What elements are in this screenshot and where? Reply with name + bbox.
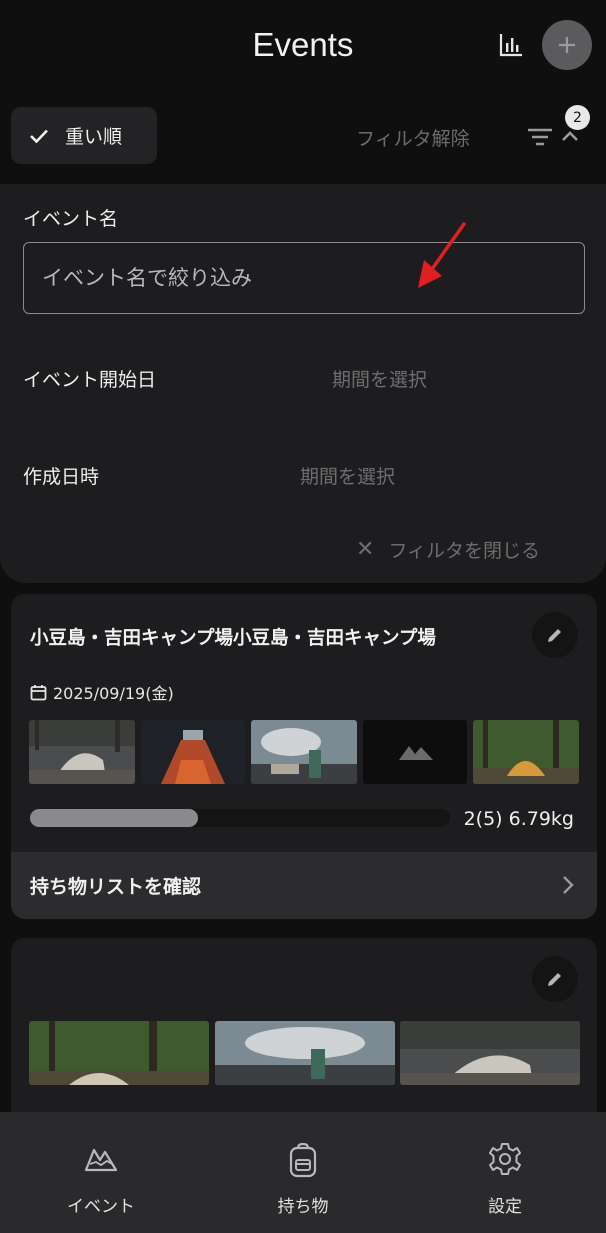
plus-icon: [559, 37, 575, 53]
backpack-icon: [289, 1142, 317, 1178]
photo-thumbnail[interactable]: [29, 720, 135, 784]
photo-thumbnail[interactable]: [29, 1021, 209, 1085]
created-date-range-picker[interactable]: 期間を選択: [300, 462, 395, 489]
edit-event-button[interactable]: [532, 956, 578, 1002]
chevron-right-icon: [563, 876, 574, 894]
photo-thumbnail[interactable]: [251, 720, 357, 784]
red-arrow-icon: [418, 222, 466, 288]
event-date-text: 2025/09/19(金): [53, 684, 174, 703]
event-start-range-picker[interactable]: 期間を選択: [332, 365, 427, 392]
stats-icon[interactable]: [496, 30, 526, 60]
bottom-nav: イベント 持ち物 設定: [0, 1112, 606, 1233]
packing-weight: 2(5) 6.79kg: [463, 808, 574, 830]
check-items-label: 持ち物リストを確認: [30, 876, 202, 898]
mountain-icon: [84, 1148, 118, 1172]
nav-item-events[interactable]: イベント: [0, 1112, 202, 1233]
filter-icon: [528, 128, 552, 146]
check-icon: [30, 129, 48, 143]
check-items-button[interactable]: 持ち物リストを確認: [11, 852, 597, 919]
image-placeholder[interactable]: [363, 720, 467, 784]
event-name-input[interactable]: [23, 242, 585, 314]
filter-count-badge: 2: [565, 105, 590, 130]
event-card[interactable]: 小豆島・吉田キャンプ場小豆島・吉田キャンプ場 2025/09/19(金) 2(5…: [11, 594, 597, 919]
pencil-icon: [548, 629, 561, 642]
gear-icon: [489, 1143, 521, 1175]
packing-progress-bar: [30, 809, 450, 827]
nav-item-settings[interactable]: 設定: [404, 1112, 606, 1233]
image-placeholder-icon: [399, 746, 433, 760]
packing-progress-fill: [30, 809, 198, 827]
sort-label: 重い順: [65, 126, 123, 148]
calendar-icon: [30, 684, 47, 700]
filter-panel: イベント名 イベント開始日 期間を選択 作成日時 期間を選択 ✕ フィルタを閉じ…: [0, 184, 606, 583]
edit-event-button[interactable]: [532, 612, 578, 658]
nav-item-items[interactable]: 持ち物: [202, 1112, 404, 1233]
nav-label-items: 持ち物: [277, 1197, 329, 1217]
event-start-label: イベント開始日: [23, 369, 157, 391]
nav-label-events: イベント: [67, 1197, 135, 1217]
close-filter-label: フィルタを閉じる: [388, 540, 541, 562]
event-card[interactable]: [11, 938, 597, 1138]
add-event-button[interactable]: [542, 20, 592, 70]
event-date: 2025/09/19(金): [30, 680, 174, 704]
photo-thumbnail[interactable]: [215, 1021, 395, 1085]
pencil-icon: [548, 973, 561, 986]
nav-label-settings: 設定: [488, 1197, 522, 1217]
created-date-label: 作成日時: [23, 466, 100, 488]
close-icon: ✕: [356, 537, 375, 562]
photo-thumbnail[interactable]: [400, 1021, 580, 1085]
close-filter-button[interactable]: ✕ フィルタを閉じる: [356, 536, 540, 563]
photo-thumbnail[interactable]: [141, 720, 245, 784]
event-title: 小豆島・吉田キャンプ場小豆島・吉田キャンプ場: [30, 628, 436, 649]
event-name-label: イベント名: [23, 208, 119, 230]
app-header: Events: [0, 0, 606, 92]
clear-filter-button[interactable]: フィルタ解除: [356, 124, 470, 151]
photo-thumbnail[interactable]: [473, 720, 579, 784]
chevron-up-icon: [562, 131, 578, 141]
sort-chip[interactable]: 重い順: [11, 107, 157, 164]
